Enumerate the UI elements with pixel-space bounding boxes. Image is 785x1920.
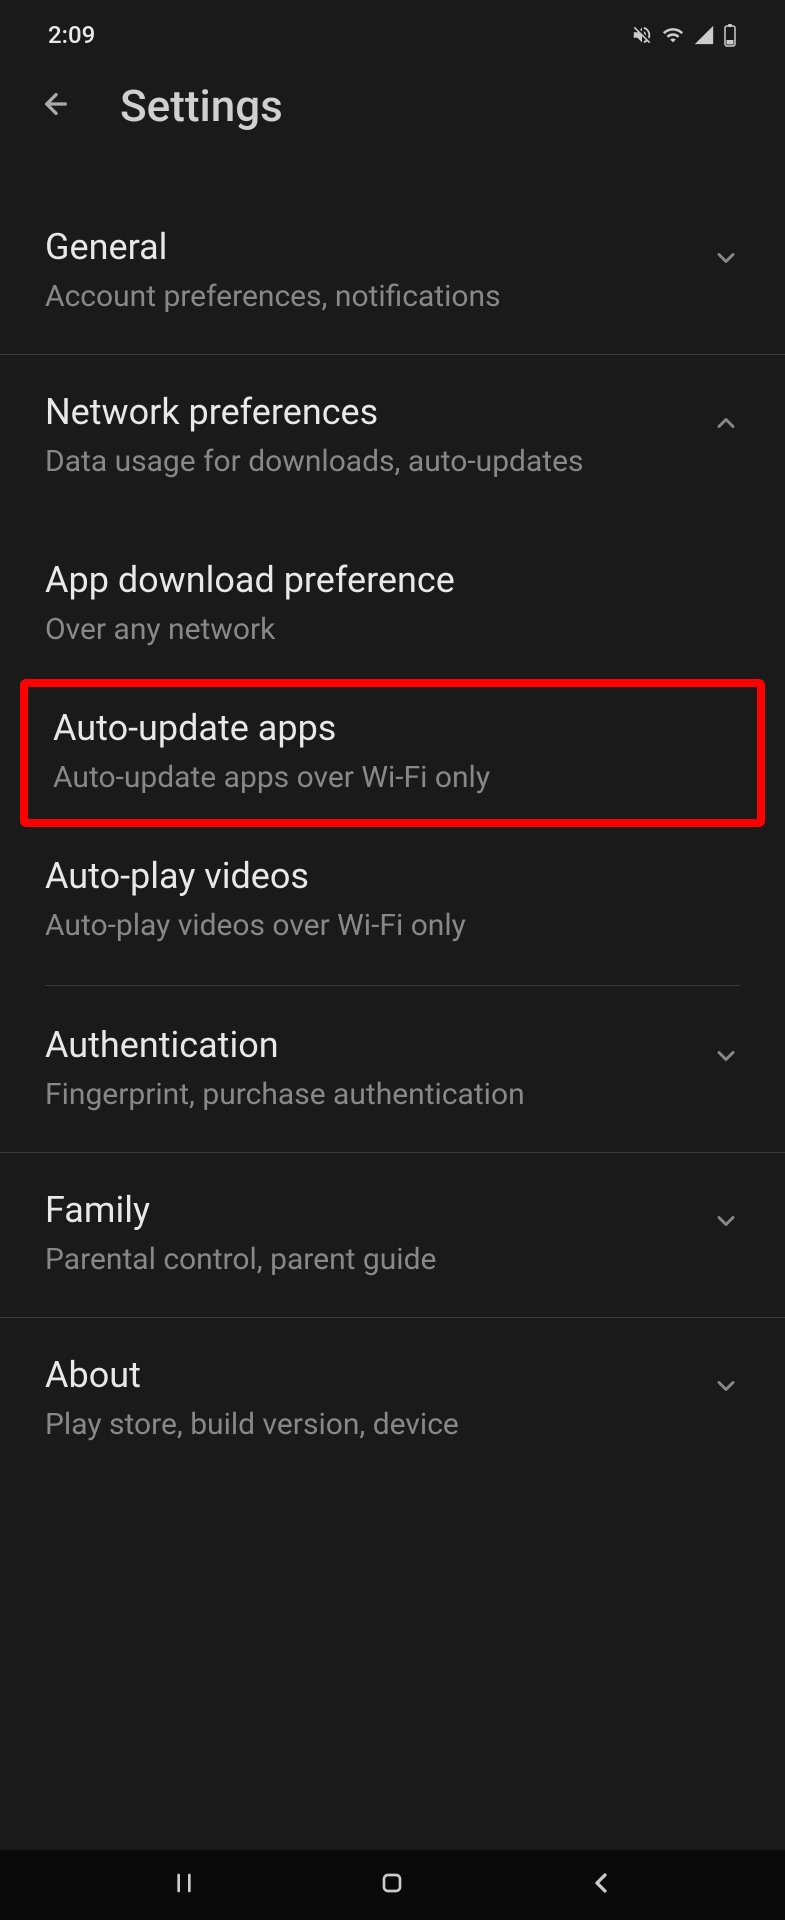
mute-icon — [631, 24, 653, 46]
signal-icon — [693, 24, 715, 46]
item-download-pref-title: App download preference — [45, 559, 740, 601]
section-family-subtitle: Parental control, parent guide — [45, 1239, 682, 1281]
battery-icon — [723, 23, 737, 47]
nav-recent-button[interactable] — [168, 1867, 200, 1903]
header: Settings — [0, 60, 785, 162]
chevron-down-icon — [712, 1042, 740, 1074]
section-network-subtitle: Data usage for downloads, auto-updates — [45, 441, 682, 483]
status-time: 2:09 — [48, 21, 95, 49]
chevron-down-icon — [712, 244, 740, 276]
section-network-title: Network preferences — [45, 391, 682, 433]
item-auto-update-title: Auto-update apps — [53, 707, 732, 749]
section-authentication[interactable]: Authentication Fingerprint, purchase aut… — [0, 1000, 785, 1153]
item-auto-play-title: Auto-play videos — [45, 855, 740, 897]
section-about[interactable]: About Play store, build version, device — [0, 1330, 785, 1470]
section-about-title: About — [45, 1354, 682, 1396]
chevron-down-icon — [712, 1372, 740, 1404]
item-auto-update-subtitle: Auto-update apps over Wi-Fi only — [53, 757, 732, 799]
status-icons — [631, 23, 737, 47]
item-app-download-preference[interactable]: App download preference Over any network — [0, 535, 785, 675]
chevron-up-icon — [712, 409, 740, 441]
page-title: Settings — [120, 80, 283, 132]
divider — [45, 985, 740, 986]
section-general[interactable]: General Account preferences, notificatio… — [0, 202, 785, 355]
back-arrow-icon[interactable] — [40, 88, 72, 124]
section-general-title: General — [45, 226, 682, 268]
chevron-down-icon — [712, 1207, 740, 1239]
section-general-subtitle: Account preferences, notifications — [45, 276, 682, 318]
nav-home-button[interactable] — [376, 1867, 408, 1903]
section-network[interactable]: Network preferences Data usage for downl… — [0, 367, 785, 507]
item-auto-play-videos[interactable]: Auto-play videos Auto-play videos over W… — [0, 831, 785, 971]
item-auto-play-subtitle: Auto-play videos over Wi-Fi only — [45, 905, 740, 947]
section-family[interactable]: Family Parental control, parent guide — [0, 1165, 785, 1318]
status-bar: 2:09 — [0, 0, 785, 60]
settings-list: General Account preferences, notificatio… — [0, 162, 785, 1470]
section-auth-subtitle: Fingerprint, purchase authentication — [45, 1074, 682, 1116]
network-expanded-items: App download preference Over any network… — [0, 507, 785, 971]
item-auto-update-apps[interactable]: Auto-update apps Auto-update apps over W… — [20, 679, 765, 827]
section-auth-title: Authentication — [45, 1024, 682, 1066]
navigation-bar — [0, 1850, 785, 1920]
nav-back-button[interactable] — [585, 1867, 617, 1903]
section-family-title: Family — [45, 1189, 682, 1231]
section-about-subtitle: Play store, build version, device — [45, 1404, 682, 1446]
item-download-pref-subtitle: Over any network — [45, 609, 740, 651]
wifi-icon — [661, 24, 685, 46]
